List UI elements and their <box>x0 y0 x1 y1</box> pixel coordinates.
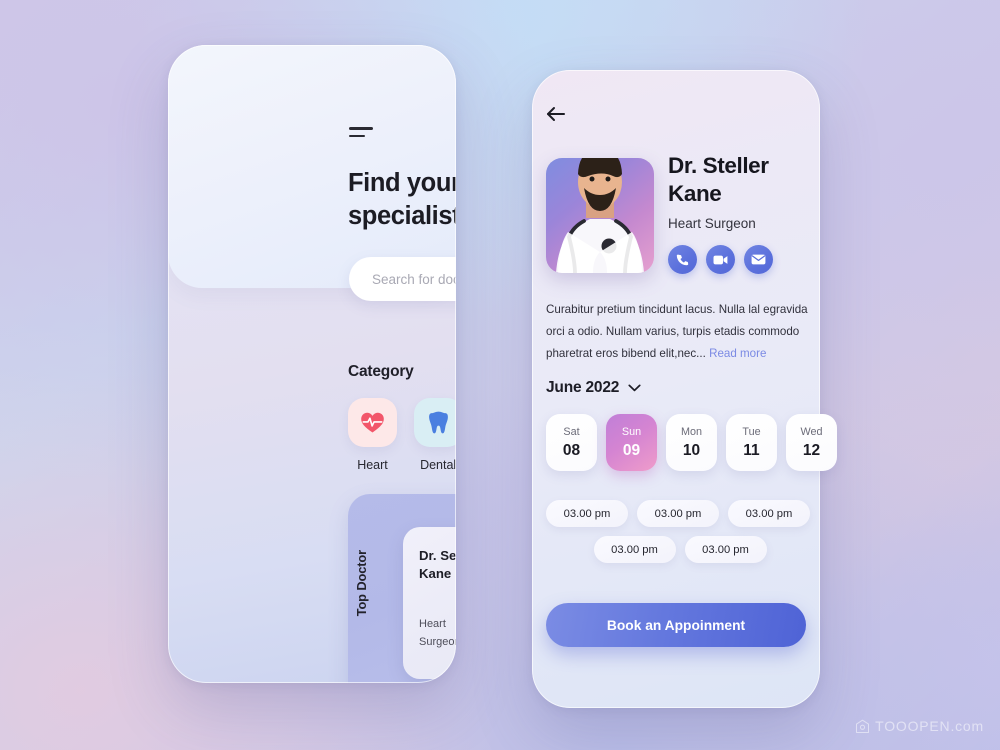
category-item-heart[interactable]: Heart <box>348 398 397 472</box>
time-slot[interactable]: 03.00 pm <box>593 536 676 563</box>
doctor-detail-name: Dr. Steller Kane <box>668 153 769 207</box>
category-row: Heart Dental Brain <box>348 398 456 472</box>
doctor-role: Heart Surgeon <box>419 618 456 648</box>
time-slot[interactable]: 03.00 pm <box>684 536 767 563</box>
date-chip[interactable]: Mon 10 <box>666 414 717 471</box>
time-slot-row: 03.00 pm 03.00 pm <box>546 536 814 563</box>
hamburger-menu-icon[interactable] <box>349 127 373 142</box>
heart-pulse-icon <box>361 412 384 433</box>
time-slot[interactable]: 03.00 pm <box>637 500 719 527</box>
date-chip-selected[interactable]: Sun 09 <box>606 414 657 471</box>
app-mockup-canvas: Find your desired specialist Category <box>0 0 1000 750</box>
logo-icon <box>856 719 870 733</box>
date-number: 08 <box>562 441 581 459</box>
phone-icon <box>676 254 688 265</box>
time-slot-picker: 03.00 pm 03.00 pm 03.00 pm 03.00 pm 03.0… <box>546 500 814 572</box>
video-call-button[interactable] <box>706 245 735 274</box>
doctor-portrait <box>546 158 654 273</box>
search-bar <box>349 257 456 301</box>
chevron-down-icon <box>628 384 641 392</box>
category-heading: Category <box>348 363 414 380</box>
date-number: 10 <box>682 441 701 459</box>
date-number: 11 <box>743 441 760 459</box>
date-picker: Sat 08 Sun 09 Mon 10 Tue 11 Wed 12 <box>546 414 837 471</box>
message-button[interactable] <box>744 245 773 274</box>
call-button[interactable] <box>668 245 697 274</box>
video-camera-icon <box>713 255 728 264</box>
date-dow: Mon <box>680 425 702 438</box>
watermark-text: TOOOPEN.com <box>875 718 984 734</box>
description-text: Curabitur pretium tincidunt lacus. Nulla… <box>546 303 808 361</box>
book-appointment-button[interactable]: Book an Appoinment <box>546 603 806 647</box>
top-doctor-panel: Top Doctor Dr. Selkon Kane Heart Surgeon <box>348 494 456 683</box>
date-dow: Tue <box>742 425 761 438</box>
date-number: 12 <box>802 441 821 459</box>
month-selector[interactable]: June 2022 <box>546 379 641 397</box>
tooth-icon <box>428 411 448 434</box>
month-label: June 2022 <box>546 379 620 396</box>
read-more-link[interactable]: Read more <box>709 347 766 360</box>
date-chip[interactable]: Wed 12 <box>786 414 837 471</box>
time-slot-row: 03.00 pm 03.00 pm 03.00 pm <box>546 500 814 527</box>
date-chip[interactable]: Sat 08 <box>546 414 597 471</box>
top-doctor-section-label: Top Doctor <box>354 550 369 617</box>
doctor-detail-role: Heart Surgeon <box>668 216 756 231</box>
page-title: Find your desired specialist <box>348 169 456 231</box>
date-dow: Wed <box>800 425 823 438</box>
time-slot[interactable]: 03.00 pm <box>728 500 810 527</box>
category-label: Heart <box>357 458 388 472</box>
watermark: TOOOPEN.com <box>855 718 984 734</box>
category-label: Dental <box>420 458 456 472</box>
date-dow: Sat <box>563 425 580 438</box>
category-item-dental[interactable]: Dental <box>413 398 456 472</box>
time-slot[interactable]: 03.00 pm <box>546 500 628 527</box>
top-doctor-card[interactable]: Dr. Selkon Kane Heart Surgeon <box>403 527 456 679</box>
arrow-left-icon[interactable] <box>546 106 566 122</box>
date-chip[interactable]: Tue 11 <box>726 414 777 471</box>
heart-tile <box>348 398 397 447</box>
search-input[interactable] <box>349 271 456 287</box>
doctor-description: Curabitur pretium tincidunt lacus. Nulla… <box>546 299 814 365</box>
date-number: 09 <box>622 441 641 459</box>
doctor-name: Dr. Selkon Kane <box>419 548 456 581</box>
date-dow: Sun <box>621 425 642 438</box>
envelope-icon <box>751 254 766 265</box>
contact-actions <box>668 245 773 274</box>
phone-screen-home: Find your desired specialist Category <box>168 45 456 683</box>
dental-tile <box>413 398 456 447</box>
